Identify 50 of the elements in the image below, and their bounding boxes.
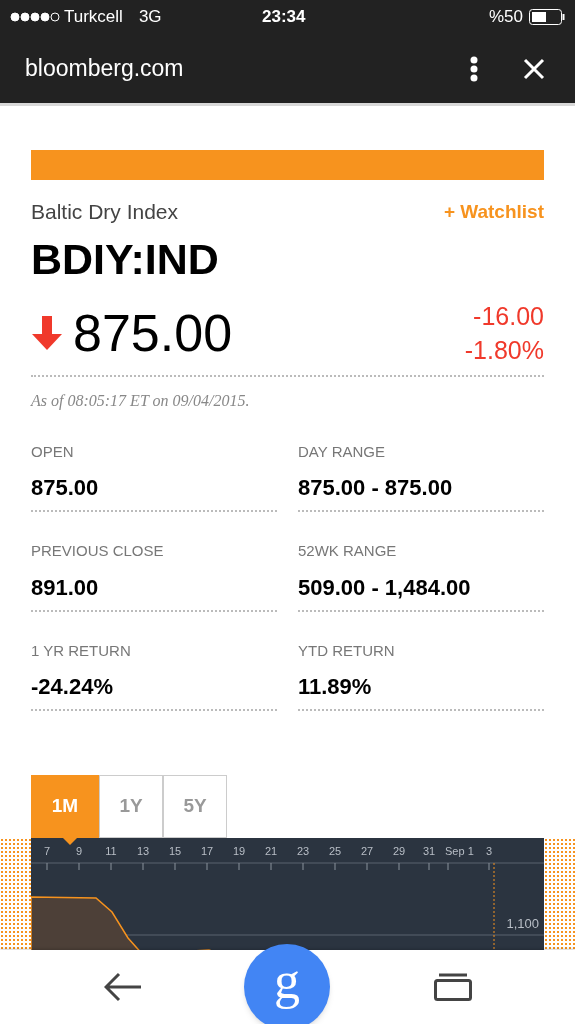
ticker-symbol: BDIY:IND xyxy=(31,237,220,281)
axis-label: 17 xyxy=(200,845,214,857)
axis-label: 19 xyxy=(232,845,246,857)
stat-label: DAY RANGE xyxy=(298,441,386,462)
stat-value: 509.00 - 1,484.00 xyxy=(298,573,472,602)
range-tab[interactable]: 5Y xyxy=(163,775,227,838)
more-icon xyxy=(470,55,478,82)
axis-label: 25 xyxy=(328,845,342,857)
back-arrow-icon[interactable] xyxy=(104,972,142,1002)
stat-label: 52WK RANGE xyxy=(298,541,398,561)
network-type: 3G xyxy=(138,6,162,29)
watchlist-link[interactable]: + Watchlist xyxy=(443,197,544,226)
axis-label: 21 xyxy=(264,845,278,857)
timestamp-note: As of 08:05:17 ET on 09/04/2015. xyxy=(31,390,251,412)
axis-label: Sep 1 xyxy=(445,845,474,857)
signal-icon xyxy=(10,12,60,22)
stat-value: 11.89% xyxy=(298,673,373,701)
carrier-name: Turkcell xyxy=(64,6,123,29)
axis-label: 23 xyxy=(296,845,310,857)
price-change: -16.00 xyxy=(473,300,544,332)
clock-time: 23:34 xyxy=(262,6,306,29)
axis-label: 27 xyxy=(360,845,374,857)
axis-label: 1,100 xyxy=(506,916,539,931)
axis-label: 31 xyxy=(422,845,436,857)
page-url: bloomberg.com xyxy=(25,54,184,84)
tabs-icon[interactable] xyxy=(434,973,472,1001)
axis-label: 13 xyxy=(136,845,150,857)
more-options-button[interactable] xyxy=(469,55,479,82)
range-tab[interactable]: 1Y xyxy=(99,775,163,838)
axis-label: 29 xyxy=(392,845,406,857)
google-button[interactable]: g xyxy=(244,944,330,1024)
stat-label: PREVIOUS CLOSE xyxy=(31,541,165,561)
battery-icon xyxy=(529,9,565,25)
stat-label: 1 YR RETURN xyxy=(31,640,132,661)
close-icon[interactable] xyxy=(523,57,545,80)
stat-value: -24.24% xyxy=(31,673,114,701)
axis-label: 3 xyxy=(485,845,493,857)
stat-label: OPEN xyxy=(31,441,75,462)
stat-label: YTD RETURN xyxy=(298,640,396,661)
index-name: Baltic Dry Index xyxy=(31,199,179,225)
axis-label: 7 xyxy=(43,845,51,857)
battery-percent: %50 xyxy=(488,6,523,29)
axis-label: 15 xyxy=(168,845,182,857)
axis-label: 11 xyxy=(105,845,117,857)
axis-label: 9 xyxy=(75,845,83,857)
stat-value: 875.00 xyxy=(31,474,100,502)
price-value: 875.00 xyxy=(73,306,233,359)
stat-value: 875.00 - 875.00 xyxy=(298,474,454,502)
percent-change: -1.80% xyxy=(464,334,544,366)
stat-value: 891.00 xyxy=(31,573,100,602)
